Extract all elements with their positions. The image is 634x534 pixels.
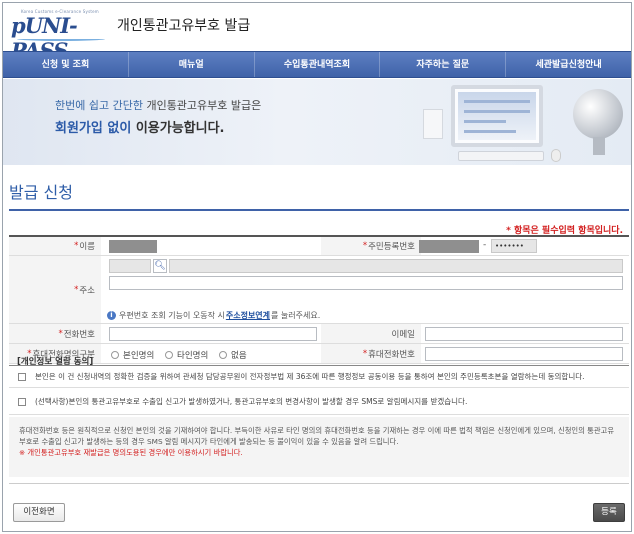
consent-item-2: (선택사항)본인의 통관고유부호로 수출입 신고가 발생하였거나, 통관고유부호…: [9, 389, 629, 415]
radio-own-mobile[interactable]: 본인명의: [111, 349, 154, 361]
nav-item-faq[interactable]: 자주하는 질문: [380, 52, 507, 77]
browser-frame: Korea Customs e-Clearance System pUNI-PA…: [2, 2, 632, 532]
name-label: * 이름: [9, 237, 101, 255]
keyboard-illustration: [458, 151, 544, 161]
address-base-field[interactable]: [169, 259, 623, 273]
address-label: * 주소: [9, 256, 101, 323]
info-icon: i: [107, 311, 116, 320]
site-title: 개인통관고유부호 발급: [117, 18, 251, 34]
unipass-logo[interactable]: Korea Customs e-Clearance System pUNI-PA…: [11, 9, 111, 63]
nav-item-import-history[interactable]: 수입통관내역조회: [255, 52, 381, 77]
nav-item-manual[interactable]: 매뉴얼: [129, 52, 255, 77]
email-label: 이메일: [321, 324, 421, 343]
notice-box: 휴대전화번호 등은 원칙적으로 신청인 본인의 것을 기재하여야 합니다. 부득…: [9, 417, 629, 477]
zipcode-field[interactable]: [109, 259, 151, 273]
phone-field[interactable]: [109, 327, 317, 341]
form-row-name: * 이름 * 주민등록번호 - •••••••: [9, 237, 629, 256]
promo-banner: 한번에 쉽고 간단한 개인통관고유부호 발급은 회원가입 없이 이용가능합니다.: [3, 79, 631, 165]
rrn-back-field[interactable]: •••••••: [491, 239, 537, 253]
mouse-illustration: [551, 149, 561, 162]
application-form: * 이름 * 주민등록번호 - ••••••• * 주소 🔍︎ i 우편번호 조회 기…: [9, 235, 629, 364]
banner-line-1: 한번에 쉽고 간단한 개인통관고유부호 발급은: [55, 99, 262, 112]
form-row-address: * 주소 🔍︎ i 우편번호 조회 기능이 오동작 시 주소정보연계 를 눌러주세…: [9, 256, 629, 324]
page-title: 발급 신청: [9, 183, 73, 202]
zipcode-search-button[interactable]: 🔍︎: [153, 259, 167, 273]
consent-checkbox-1[interactable]: [18, 372, 26, 381]
mobile-field[interactable]: [425, 347, 623, 361]
consent-item-1: 본인은 이 건 신청내역의 정확한 검증을 위하여 관세청 담당공무원이 전자정…: [9, 366, 629, 388]
consent-checkbox-2[interactable]: [18, 397, 26, 406]
document-illustration: [423, 109, 443, 139]
site-header: Korea Customs e-Clearance System pUNI-PA…: [3, 3, 631, 63]
notice-warning: ※ 개인통관고유부호 재발급은 명의도용된 경우에만 이용하시기 바랍니다.: [19, 448, 243, 457]
radio-other-mobile[interactable]: 타인명의: [165, 349, 208, 361]
radio-no-mobile[interactable]: 없음: [219, 349, 247, 361]
address-detail-field[interactable]: [109, 276, 623, 290]
main-nav: 신청 및 조회 매뉴얼 수입통관내역조회 자주하는 질문 세관발급신청안내: [3, 51, 631, 78]
bottom-divider: [9, 483, 629, 484]
form-row-phone: * 전화번호 이메일: [9, 324, 629, 344]
name-field[interactable]: [109, 240, 157, 253]
form-row-mobile: * 휴대전화명의구분 본인명의 타인명의 없음 * 휴대전화번호: [9, 344, 629, 364]
notice-text: 휴대전화번호 등은 원칙적으로 신청인 본인의 것을 기재하여야 합니다. 부득…: [19, 426, 615, 446]
prev-button[interactable]: 이전화면: [13, 503, 65, 522]
mobile-label: * 휴대전화번호: [321, 344, 421, 363]
globe-stand-illustration: [593, 137, 605, 155]
rrn-front-field[interactable]: [419, 240, 479, 253]
rrn-dash: -: [483, 240, 487, 250]
nav-item-customs-guide[interactable]: 세관발급신청안내: [506, 52, 631, 77]
register-button[interactable]: 등록: [593, 503, 625, 522]
nav-item-apply[interactable]: 신청 및 조회: [3, 52, 129, 77]
email-field[interactable]: [425, 327, 623, 341]
rrn-label: * 주민등록번호: [321, 237, 421, 255]
magnifier-icon: 🔍︎: [154, 261, 166, 271]
address-link[interactable]: 주소정보연계: [226, 310, 270, 321]
consent-text-2: (선택사항)본인의 통관고유부호로 수출입 신고가 발생하였거나, 통관고유부호…: [35, 397, 468, 406]
phone-label: * 전화번호: [9, 324, 101, 343]
globe-illustration: [573, 89, 623, 139]
title-divider: [9, 209, 629, 211]
logo-swoosh: [17, 37, 105, 41]
address-hint: i 우편번호 조회 기능이 오동작 시 주소정보연계 를 눌러주세요.: [107, 310, 320, 321]
monitor-illustration: [451, 85, 543, 147]
consent-text-1: 본인은 이 건 신청내역의 정확한 검증을 위하여 관세청 담당공무원이 전자정…: [35, 372, 585, 381]
banner-line-2: 회원가입 없이 이용가능합니다.: [55, 121, 225, 136]
